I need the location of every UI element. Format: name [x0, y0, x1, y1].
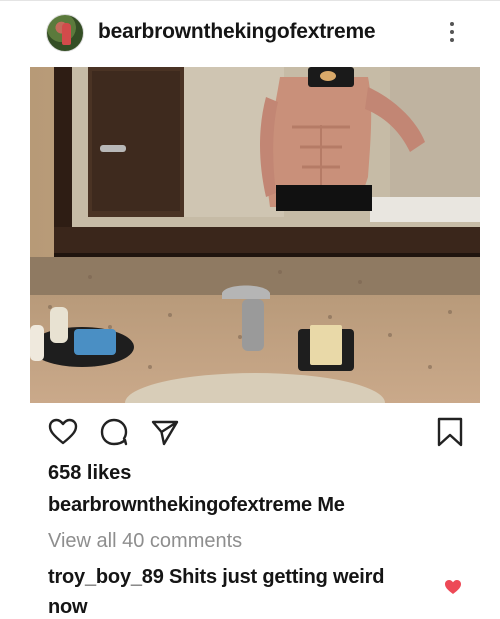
- avatar[interactable]: [46, 14, 84, 52]
- bookmark-icon[interactable]: [434, 416, 466, 448]
- heart-icon[interactable]: [47, 416, 79, 448]
- share-icon[interactable]: [149, 416, 181, 448]
- small-heart-icon[interactable]: [444, 579, 462, 595]
- post-username[interactable]: bearbrownthekingofextreme: [98, 20, 376, 44]
- post-actions: [0, 416, 500, 452]
- comment: troy_boy_89 Shits just getting weird now: [48, 562, 418, 619]
- like-count[interactable]: 658 likes: [48, 462, 131, 485]
- comment-username[interactable]: troy_boy_89: [48, 566, 164, 588]
- post-header: bearbrownthekingofextreme: [0, 0, 500, 68]
- caption-username[interactable]: bearbrownthekingofextreme: [48, 494, 312, 516]
- post-caption: bearbrownthekingofextreme Me: [48, 494, 345, 517]
- post-image[interactable]: [30, 67, 480, 403]
- more-options-icon[interactable]: [440, 22, 464, 48]
- comment-icon[interactable]: [98, 416, 130, 448]
- view-all-comments-link[interactable]: View all 40 comments: [48, 530, 242, 553]
- caption-text: Me: [317, 494, 345, 516]
